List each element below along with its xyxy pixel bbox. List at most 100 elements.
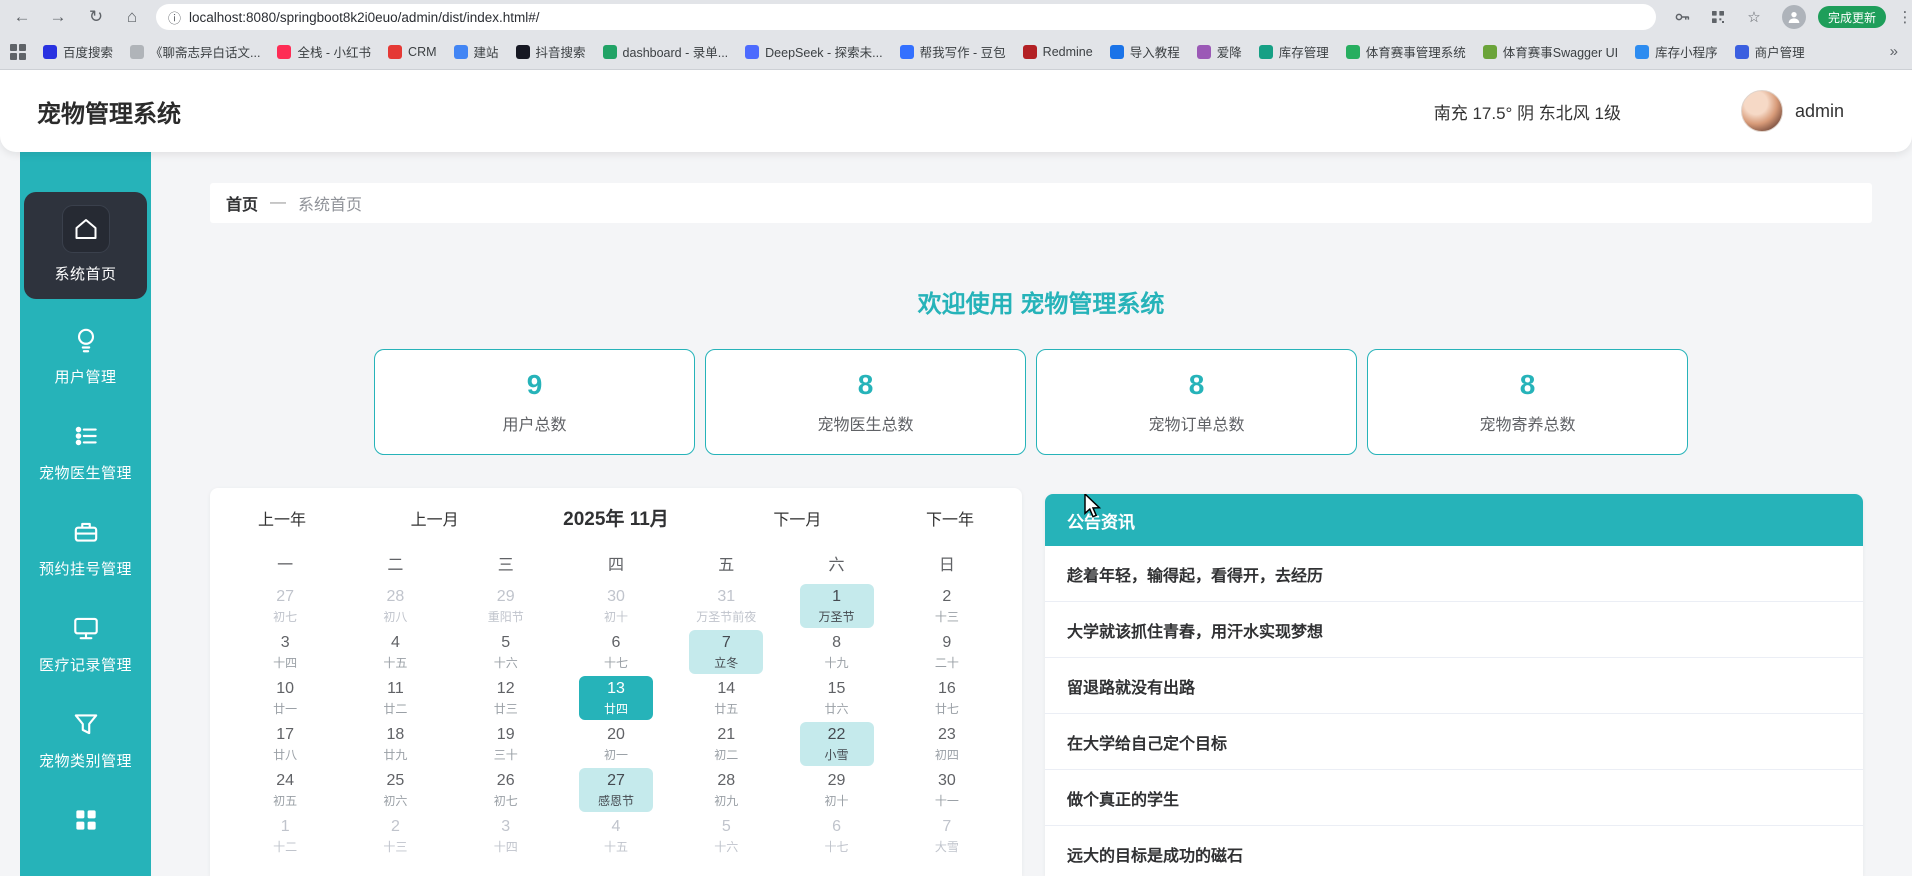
notice-item[interactable]: 在大学给自己定个目标 <box>1045 714 1863 770</box>
bookmark-item[interactable]: 库存小程序 <box>1635 42 1718 61</box>
calendar-next-year-button[interactable]: 下一年 <box>926 506 974 530</box>
calendar-prev-month-button[interactable]: 上一月 <box>411 506 459 530</box>
username[interactable]: admin <box>1795 101 1844 122</box>
day-number: 29 <box>828 772 846 790</box>
bookmark-item[interactable]: 商户管理 <box>1735 42 1805 61</box>
calendar-day-cell[interactable]: 24 初五 <box>230 767 340 813</box>
qr-code-icon[interactable] <box>1706 5 1730 29</box>
calendar-day-cell[interactable]: 4 十五 <box>340 629 450 675</box>
calendar-day-cell[interactable]: 5 十六 <box>671 813 781 859</box>
calendar-day-cell[interactable]: 17 廿八 <box>230 721 340 767</box>
sidebar-item-pet-categories[interactable]: 宠物类别管理 <box>24 699 147 779</box>
calendar-day-cell[interactable]: 10 廿一 <box>230 675 340 721</box>
site-info-icon[interactable]: ⓘ <box>168 8 181 27</box>
bookmarks-overflow-chevron[interactable]: » <box>1890 43 1898 60</box>
calendar-day-cell[interactable]: 5 十六 <box>451 629 561 675</box>
calendar-day-cell[interactable]: 7 大雪 <box>892 813 1002 859</box>
sidebar-item-medical-records[interactable]: 医疗记录管理 <box>24 603 147 683</box>
notice-item[interactable]: 留退路就没有出路 <box>1045 658 1863 714</box>
bookmark-item[interactable]: dashboard - 录单... <box>603 42 729 61</box>
calendar-day-cell[interactable]: 6 十七 <box>561 629 671 675</box>
sidebar-item-users[interactable]: 用户管理 <box>24 315 147 395</box>
bookmark-item[interactable]: 全栈 - 小红书 <box>277 42 371 61</box>
address-bar[interactable]: ⓘ localhost:8080/springboot8k2i0euo/admi… <box>156 4 1656 30</box>
calendar-day-cell[interactable]: 29 初十 <box>781 767 891 813</box>
sidebar-item-appointments[interactable]: 预约挂号管理 <box>24 507 147 587</box>
calendar-day-cell[interactable]: 29 重阳节 <box>451 583 561 629</box>
calendar-day-cell[interactable]: 19 三十 <box>451 721 561 767</box>
calendar-day-cell[interactable]: 1 万圣节 <box>781 583 891 629</box>
calendar-day-cell[interactable]: 27 初七 <box>230 583 340 629</box>
calendar-day-cell[interactable]: 28 初九 <box>671 767 781 813</box>
day-number: 11 <box>387 680 404 698</box>
calendar-next-month-button[interactable]: 下一月 <box>773 506 821 530</box>
calendar-day-cell[interactable]: 28 初八 <box>340 583 450 629</box>
calendar-day-cell[interactable]: 15 廿六 <box>781 675 891 721</box>
calendar-day-cell[interactable]: 7 立冬 <box>671 629 781 675</box>
bookmark-star-icon[interactable]: ☆ <box>1742 5 1766 29</box>
calendar-day-cell[interactable]: 9 二十 <box>892 629 1002 675</box>
calendar-day-cell[interactable]: 20 初一 <box>561 721 671 767</box>
day-lunar-label: 十三 <box>383 838 407 855</box>
calendar-day-cell[interactable]: 23 初四 <box>892 721 1002 767</box>
bookmark-item[interactable]: DeepSeek - 探索未... <box>745 42 882 61</box>
calendar-day-cell[interactable]: 27 感恩节 <box>561 767 671 813</box>
notice-item[interactable]: 趁着年轻，输得起，看得开，去经历 <box>1045 546 1863 602</box>
calendar-day-cell[interactable]: 22 小雪 <box>781 721 891 767</box>
refresh-button[interactable]: ↻ <box>82 3 110 31</box>
calendar-day-cell[interactable]: 13 廿四 <box>561 675 671 721</box>
notice-item[interactable]: 远大的目标是成功的磁石 <box>1045 826 1863 876</box>
calendar-day-cell[interactable]: 12 廿三 <box>451 675 561 721</box>
notice-item[interactable]: 大学就该抓住青春，用汗水实现梦想 <box>1045 602 1863 658</box>
calendar-day-cell[interactable]: 21 初二 <box>671 721 781 767</box>
bookmark-item[interactable]: 爱降 <box>1197 42 1242 61</box>
bookmark-item[interactable]: 《聊斋志异白话文... <box>130 42 260 61</box>
profile-avatar-icon[interactable] <box>1782 5 1806 29</box>
bookmark-item[interactable]: 体育赛事Swagger UI <box>1483 42 1618 61</box>
calendar-day-cell[interactable]: 2 十三 <box>340 813 450 859</box>
sidebar-item-pet-doctors[interactable]: 宠物医生管理 <box>24 411 147 491</box>
calendar-day-cell[interactable]: 11 廿二 <box>340 675 450 721</box>
calendar-day-cell[interactable]: 2 十三 <box>892 583 1002 629</box>
notice-item[interactable]: 做个真正的学生 <box>1045 770 1863 826</box>
user-avatar[interactable] <box>1741 90 1783 132</box>
sidebar-item-home[interactable]: 系统首页 <box>24 192 147 299</box>
calendar-day-cell[interactable]: 30 十一 <box>892 767 1002 813</box>
chrome-update-button[interactable]: 完成更新 <box>1818 6 1886 28</box>
calendar-day-cell[interactable]: 18 廿九 <box>340 721 450 767</box>
bookmark-item[interactable]: 帮我写作 - 豆包 <box>900 42 1006 61</box>
calendar-day-cell[interactable]: 30 初十 <box>561 583 671 629</box>
breadcrumb-home[interactable]: 首页 <box>226 191 258 215</box>
bookmark-item[interactable]: CRM <box>388 45 436 59</box>
home-button[interactable]: ⌂ <box>118 3 146 31</box>
bookmark-label: 体育赛事Swagger UI <box>1503 42 1618 61</box>
calendar-day-cell[interactable]: 31 万圣节前夜 <box>671 583 781 629</box>
calendar-day-cell[interactable]: 1 十二 <box>230 813 340 859</box>
apps-grid-icon[interactable] <box>10 44 26 60</box>
sidebar-item-more[interactable] <box>24 795 147 854</box>
bookmark-item[interactable]: 抖音搜索 <box>516 42 586 61</box>
calendar-day-cell[interactable]: 3 十四 <box>451 813 561 859</box>
calendar-day: 18 廿九 <box>358 722 432 766</box>
bookmark-item[interactable]: 体育赛事管理系统 <box>1346 42 1466 61</box>
forward-button[interactable]: → <box>44 3 72 31</box>
browser-menu-icon[interactable]: ⋮ <box>1898 4 1912 30</box>
calendar-day-cell[interactable]: 8 十九 <box>781 629 891 675</box>
bookmark-item[interactable]: 百度搜索 <box>43 42 113 61</box>
day-lunar-label: 万圣节前夜 <box>696 608 756 625</box>
calendar-day-cell[interactable]: 3 十四 <box>230 629 340 675</box>
calendar-day-cell[interactable]: 4 十五 <box>561 813 671 859</box>
calendar-prev-year-button[interactable]: 上一年 <box>258 506 306 530</box>
calendar-day-cell[interactable]: 6 十七 <box>781 813 891 859</box>
bookmark-item[interactable]: Redmine <box>1023 45 1093 59</box>
back-button[interactable]: ← <box>8 3 36 31</box>
bookmark-item[interactable]: 导入教程 <box>1110 42 1180 61</box>
calendar-day-cell[interactable]: 14 廿五 <box>671 675 781 721</box>
bookmark-item[interactable]: 库存管理 <box>1259 42 1329 61</box>
day-number: 31 <box>717 588 735 606</box>
bookmark-item[interactable]: 建站 <box>454 42 499 61</box>
calendar-day-cell[interactable]: 26 初七 <box>451 767 561 813</box>
calendar-day-cell[interactable]: 16 廿七 <box>892 675 1002 721</box>
password-key-icon[interactable] <box>1670 5 1694 29</box>
calendar-day-cell[interactable]: 25 初六 <box>340 767 450 813</box>
